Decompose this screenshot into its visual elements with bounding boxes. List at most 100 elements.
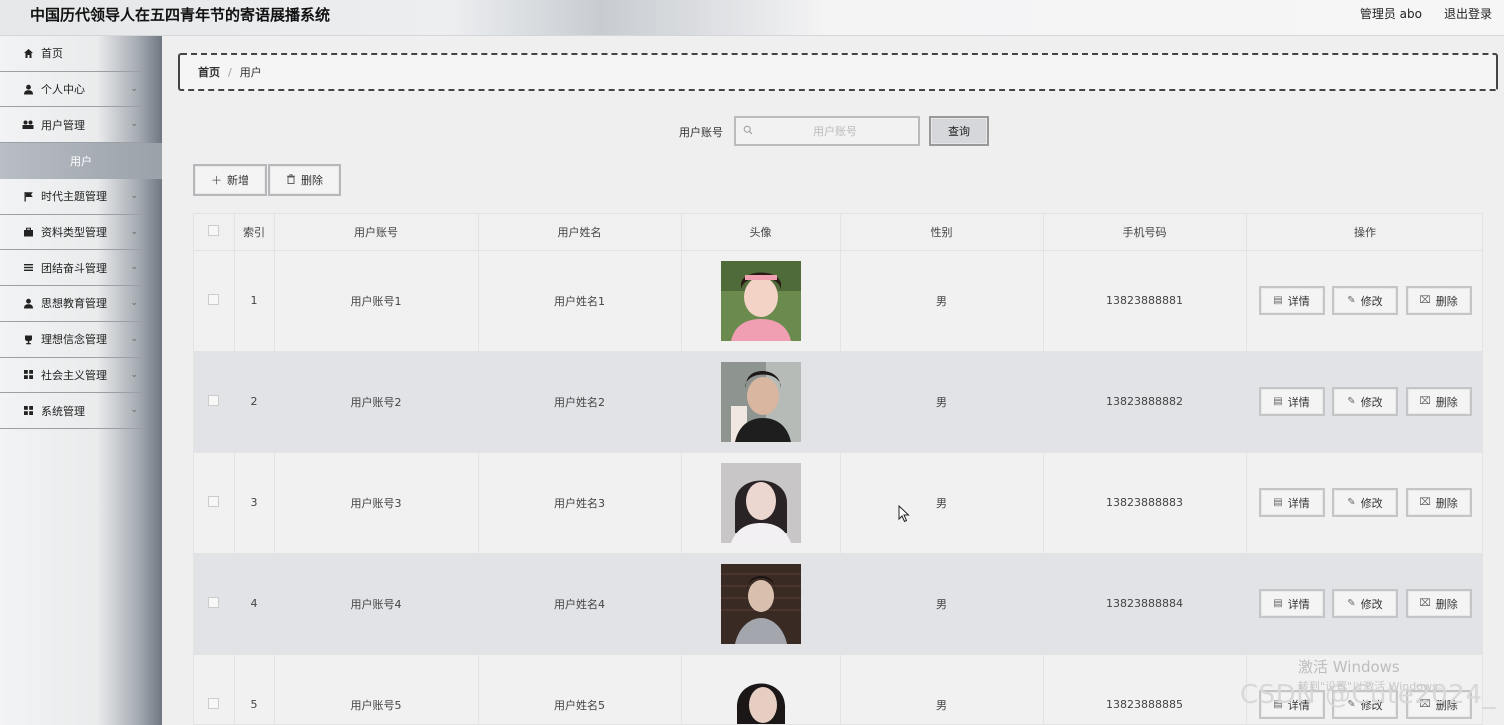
sidebar-item-material-type[interactable]: 资料类型管理 ⌄: [0, 215, 146, 251]
sidebar-item-label: 资料类型管理: [41, 226, 107, 240]
sidebar-item-home[interactable]: 首页: [0, 36, 146, 72]
chevron-down-icon: ⌄: [130, 226, 138, 237]
avatar[interactable]: [720, 563, 801, 644]
table-row: 2 用户账号2 用户姓名2 男 13823888882 ▤详情 ✎修改 ⌧: [194, 351, 1482, 453]
chevron-down-icon: ⌄: [130, 298, 138, 309]
cell-phone: 13823888883: [1043, 452, 1247, 554]
sidebar-item-unity-struggle[interactable]: 团结奋斗管理 ⌄: [0, 250, 146, 287]
cell-gender: 男: [840, 250, 1044, 352]
trophy-icon: [22, 333, 34, 345]
avatar[interactable]: [720, 260, 801, 341]
edit-button[interactable]: ✎ 修改: [1332, 589, 1398, 618]
grid-icon: [22, 369, 34, 381]
trash-icon: ⌧: [1419, 396, 1431, 407]
batch-delete-button[interactable]: 删除: [268, 164, 341, 196]
detail-button[interactable]: ▤ 详情: [1258, 387, 1325, 416]
cell-account: 用户账号2: [274, 351, 479, 453]
sidebar-subitem-users[interactable]: 用户: [0, 143, 162, 180]
sidebar-item-personal-center[interactable]: 个人中心 ⌄: [0, 72, 146, 108]
sidebar-item-socialism[interactable]: 社会主义管理 ⌄: [0, 358, 146, 394]
grid-icon: [22, 405, 34, 417]
delete-button[interactable]: ⌧ 删除: [1405, 589, 1472, 618]
chevron-down-icon: ⌄: [130, 191, 138, 202]
sidebar-item-system[interactable]: 系统管理 ⌄: [0, 393, 146, 429]
sidebar-item-user-management[interactable]: 用户管理 ⌄: [0, 107, 146, 144]
cell-index: 5: [234, 654, 275, 724]
cell-actions: ▤ 详情 ✎ 修改 ⌧ 删除: [1246, 452, 1482, 554]
avatar[interactable]: [720, 664, 801, 725]
cell-avatar: [681, 250, 841, 352]
cell-gender: 男: [840, 654, 1044, 724]
windows-activation-title: 激活 Windows: [1298, 658, 1400, 676]
column-header-phone: 手机号码: [1043, 214, 1247, 251]
sidebar-item-era-theme[interactable]: 时代主题管理 ⌄: [0, 179, 146, 215]
sidebar-item-label: 团结奋斗管理: [41, 261, 107, 275]
add-button[interactable]: ＋ 新增: [193, 164, 267, 196]
table-row: 1 用户账号1 用户姓名1 男 13823888881 ▤详情 ✎修改 ⌧: [194, 250, 1482, 352]
select-all-checkbox[interactable]: [208, 224, 220, 236]
cell-gender: 男: [840, 452, 1044, 554]
users-icon: [22, 119, 34, 131]
cell-actions: ▤ 详情 ✎ 修改 ⌧ 删除: [1246, 553, 1482, 655]
home-icon: [22, 47, 34, 59]
cell-avatar: [681, 351, 841, 453]
edit-button[interactable]: ✎ 修改: [1332, 387, 1398, 416]
cell-account: 用户账号1: [274, 250, 479, 352]
detail-button[interactable]: ▤ 详情: [1258, 589, 1325, 618]
logout-link[interactable]: 退出登录: [1444, 5, 1492, 22]
user-table: 索引 用户账号 用户姓名 头像 性别 手机号码 操作 1 用户账号1 用户姓名1: [193, 213, 1483, 725]
delete-button[interactable]: ⌧ 删除: [1405, 488, 1472, 517]
app-title: 中国历代领导人在五四青年节的寄语展播系统: [30, 6, 331, 24]
cell-index: 1: [234, 250, 275, 352]
row-checkbox[interactable]: [208, 697, 220, 709]
chevron-down-icon: ⌄: [130, 119, 138, 130]
query-button[interactable]: 查询: [929, 116, 989, 146]
cell-name: 用户姓名4: [478, 553, 682, 655]
row-checkbox[interactable]: [208, 596, 220, 608]
detail-button[interactable]: ▤ 详情: [1258, 488, 1325, 517]
current-user: 管理员 abo: [1359, 7, 1422, 21]
plus-icon: ＋: [211, 174, 222, 187]
search-input[interactable]: [760, 124, 910, 138]
row-checkbox[interactable]: [208, 495, 220, 507]
cell-phone: 13823888881: [1043, 250, 1247, 352]
mouse-cursor-icon: [898, 505, 910, 523]
search-icon: [736, 125, 760, 138]
cell-actions: ▤ 详情 ✎ 修改 ⌧ 删除: [1246, 250, 1482, 352]
sidebar-item-ideological-education[interactable]: 思想教育管理 ⌄: [0, 286, 146, 322]
chevron-down-icon: ⌄: [130, 369, 138, 380]
document-icon: ▤: [1273, 598, 1283, 609]
person-icon: [22, 297, 34, 309]
top-header: 中国历代领导人在五四青年节的寄语展播系统 管理员 abo 退出登录: [0, 0, 1504, 36]
cell-avatar: [681, 452, 841, 554]
breadcrumb-home[interactable]: 首页: [198, 64, 220, 80]
cell-gender: 男: [840, 553, 1044, 655]
pencil-icon: ✎: [1347, 396, 1356, 407]
row-checkbox[interactable]: [208, 293, 220, 305]
sidebar-item-label: 个人中心: [41, 83, 85, 97]
cell-index: 4: [234, 553, 275, 655]
edit-button[interactable]: ✎ 修改: [1332, 488, 1398, 517]
cell-name: 用户姓名1: [478, 250, 682, 352]
delete-button[interactable]: ⌧ 删除: [1405, 286, 1472, 315]
windows-activation-hint: 转到"设置"以激活 Windows。: [1298, 680, 1449, 693]
add-button-label: 新增: [227, 174, 249, 187]
sidebar-item-ideal-belief[interactable]: 理想信念管理 ⌄: [0, 322, 146, 358]
column-header-name: 用户姓名: [478, 214, 682, 251]
avatar[interactable]: [720, 462, 801, 543]
detail-button[interactable]: ▤ 详情: [1258, 286, 1325, 315]
row-checkbox[interactable]: [208, 394, 220, 406]
sidebar-item-label: 社会主义管理: [41, 368, 107, 382]
sidebar-item-label: 时代主题管理: [41, 190, 107, 204]
briefcase-icon: [22, 226, 34, 238]
avatar[interactable]: [720, 361, 801, 442]
cell-name: 用户姓名5: [478, 654, 682, 724]
edit-button[interactable]: ✎ 修改: [1332, 286, 1398, 315]
breadcrumb-current: 用户: [239, 66, 262, 79]
cell-phone: 13823888884: [1043, 553, 1247, 655]
cell-avatar: [681, 654, 841, 725]
delete-button[interactable]: ⌧ 删除: [1405, 387, 1472, 416]
search-box[interactable]: [734, 116, 920, 146]
sidebar-item-label: 用户管理: [41, 118, 85, 132]
select-all-cell[interactable]: [194, 214, 235, 251]
